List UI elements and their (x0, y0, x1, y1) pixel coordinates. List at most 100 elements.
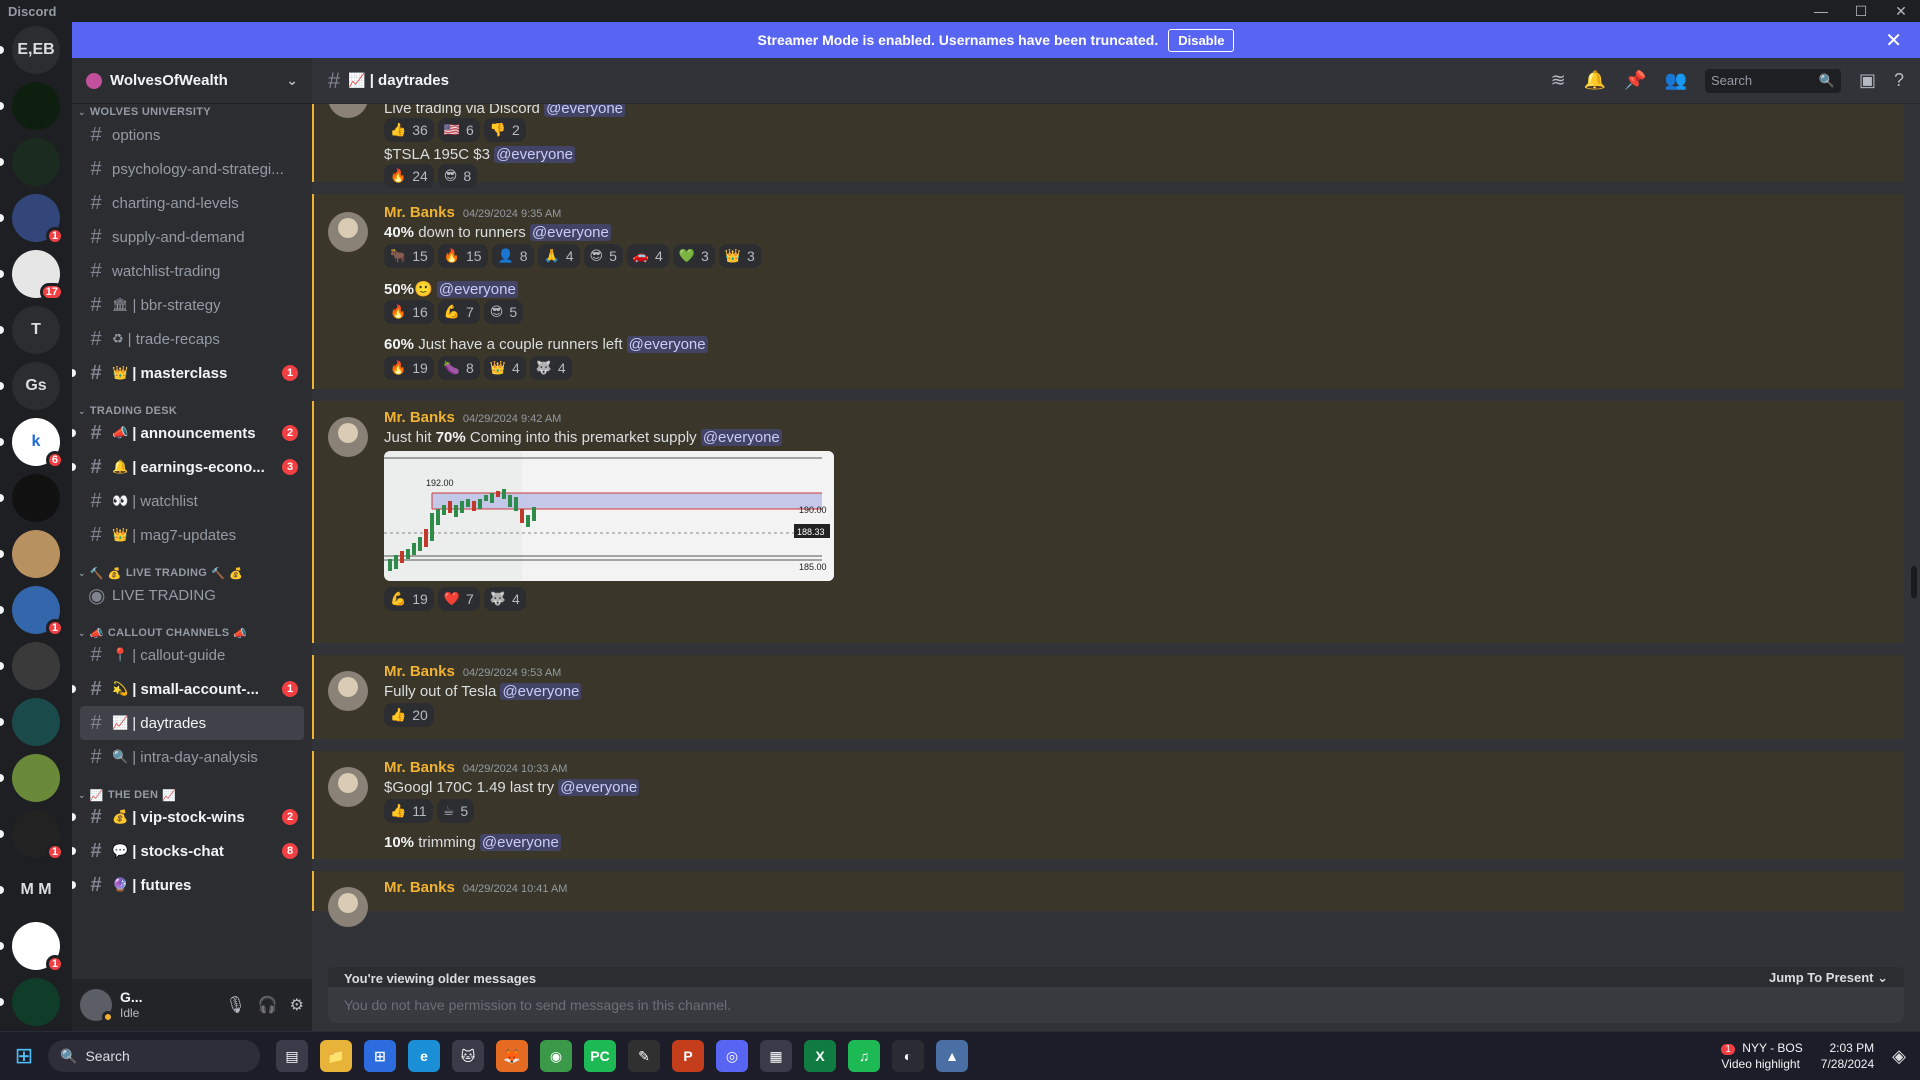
taskbar-app-icon[interactable]: ♫ (848, 1040, 880, 1072)
taskbar-app-icon[interactable]: ✎ (628, 1040, 660, 1072)
avatar[interactable] (328, 767, 368, 807)
server-icon[interactable]: 1 (12, 586, 64, 637)
chevron-down-icon[interactable]: ⌄ (286, 72, 298, 89)
taskbar-app-icon[interactable]: ⊞ (364, 1040, 396, 1072)
reaction-chip[interactable]: 🔥 16 (384, 300, 434, 324)
reaction-chip[interactable]: 💚 3 (672, 244, 715, 268)
taskbar-app-icon[interactable]: PC (584, 1040, 616, 1072)
close-banner-icon[interactable]: ✕ (1885, 28, 1902, 53)
everyone-mention[interactable]: @everyone (544, 104, 626, 117)
reaction-chip[interactable]: 😎 5 (583, 244, 623, 268)
avatar[interactable] (328, 887, 368, 927)
avatar[interactable] (328, 671, 368, 711)
taskbar-app-icon[interactable]: e (408, 1040, 440, 1072)
taskbar-search[interactable]: 🔍 Search (48, 1040, 260, 1072)
headphones-icon[interactable]: 🎧 (258, 995, 278, 1015)
author-name[interactable]: Mr. Banks (384, 759, 455, 776)
channel-earnings[interactable]: # 🔔 | earnings-econo... 3 (72, 450, 304, 484)
channel-vip-stock-wins[interactable]: # 💰 | vip-stock-wins 2 (72, 800, 304, 834)
channel-charting[interactable]: # charting-and-levels (80, 186, 304, 220)
author-name[interactable]: Mr. Banks (384, 409, 455, 426)
disable-streamer-mode-button[interactable]: Disable (1168, 28, 1235, 52)
reaction-chip[interactable]: 🇺🇸 6 (437, 118, 480, 142)
avatar[interactable] (80, 989, 114, 1023)
minimize-icon[interactable]: — (1810, 3, 1832, 19)
server-icon[interactable] (12, 754, 60, 802)
reaction-chip[interactable]: 👤 8 (491, 244, 534, 268)
reaction-chip[interactable]: 🔥 19 (384, 356, 434, 380)
chart-image-attachment[interactable]: 192.00 190.00 188.33 185.00 (384, 451, 834, 581)
reaction-chip[interactable]: ☕ 5 (436, 799, 475, 823)
copilot-icon[interactable]: ◈ (1892, 1046, 1906, 1067)
everyone-mention[interactable]: @everyone (500, 683, 582, 700)
reaction-chip[interactable]: 🐺 4 (483, 587, 526, 611)
reaction-chip[interactable]: 👑 3 (718, 244, 761, 268)
reaction-chip[interactable]: 🔥 15 (437, 244, 488, 268)
server-icon[interactable]: E,EB (12, 26, 60, 74)
everyone-mention[interactable]: @everyone (558, 779, 640, 796)
category-trading-desk[interactable]: ⌄ TRADING DESK (72, 390, 312, 417)
server-icon[interactable]: 17 (12, 250, 64, 301)
avatar[interactable] (328, 417, 368, 457)
clock[interactable]: 2:03 PM 7/28/2024 (1821, 1040, 1874, 1072)
server-icon[interactable]: 1 (12, 810, 64, 861)
server-header[interactable]: WolvesOfWealth ⌄ (72, 58, 312, 104)
channel-futures[interactable]: # 🔮 | futures (72, 868, 304, 902)
taskbar-app-icon[interactable]: ◎ (716, 1040, 748, 1072)
server-icon[interactable] (12, 474, 60, 522)
maximize-icon[interactable]: ☐ (1850, 3, 1872, 20)
server-icon[interactable]: 1 (12, 194, 64, 245)
reaction-chip[interactable]: 🐂 15 (384, 244, 434, 268)
channel-stocks-chat[interactable]: # 💬 | stocks-chat 8 (72, 834, 304, 868)
server-icon[interactable] (12, 138, 60, 186)
category-live-trading[interactable]: ⌄ 🔨 💰 LIVE TRADING 🔨 💰 (72, 552, 312, 580)
reaction-chip[interactable]: 🔥 24 (384, 164, 434, 188)
taskbar-app-icon[interactable]: 📁 (320, 1040, 352, 1072)
user-name[interactable]: G... Idle (120, 989, 143, 1021)
taskbar-app-icon[interactable]: ◐ (892, 1040, 924, 1072)
help-icon[interactable]: ? (1894, 70, 1904, 91)
channel-psychology[interactable]: # psychology-and-strategi... (80, 152, 304, 186)
everyone-mention[interactable]: @everyone (700, 429, 782, 446)
category-wolves-university[interactable]: ⌄ WOLVES UNIVERSITY (72, 104, 312, 118)
taskbar-app-icon[interactable]: ▤ (276, 1040, 308, 1072)
everyone-mention[interactable]: @everyone (479, 834, 561, 851)
channel-callout-guide[interactable]: # 📍 | callout-guide (80, 638, 304, 672)
channel-daytrades[interactable]: # 📈 | daytrades (80, 706, 304, 740)
channel-options[interactable]: # options (80, 118, 304, 152)
channel-watchlist[interactable]: # 👀 | watchlist (80, 484, 304, 518)
reaction-chip[interactable]: 👍 20 (384, 703, 434, 727)
taskbar-app-icon[interactable]: 🐱 (452, 1040, 484, 1072)
taskbar-app-icon[interactable]: ▦ (760, 1040, 792, 1072)
avatar[interactable] (328, 212, 368, 252)
server-icon[interactable] (12, 82, 60, 130)
avatar[interactable] (328, 104, 368, 118)
channel-live-trading-voice[interactable]: ◉ LIVE TRADING (80, 578, 304, 612)
taskbar-app-icon[interactable]: P (672, 1040, 704, 1072)
channel-watchlist-trading[interactable]: # watchlist-trading (80, 254, 304, 288)
everyone-mention[interactable]: @everyone (529, 224, 611, 241)
server-icon[interactable]: M M (12, 866, 60, 914)
server-icon[interactable] (12, 642, 60, 690)
news-widget[interactable]: 1 NYY - BOS Video highlight (1721, 1041, 1803, 1071)
windows-start-icon[interactable]: ⊞ (0, 1032, 48, 1080)
channel-small-account[interactable]: # 💫 | small-account-... 1 (72, 672, 304, 706)
everyone-mention[interactable]: @everyone (626, 336, 708, 353)
reaction-chip[interactable]: 😎 5 (483, 300, 524, 324)
inbox-icon[interactable]: ▣ (1859, 70, 1876, 91)
server-icon[interactable]: k6 (12, 418, 64, 469)
author-name[interactable]: Mr. Banks (384, 879, 455, 896)
pin-icon[interactable]: 📌 (1624, 70, 1646, 91)
reaction-chip[interactable]: 🙏 4 (537, 244, 580, 268)
reaction-chip[interactable]: 👍 36 (384, 118, 434, 142)
taskbar-app-icon[interactable]: X (804, 1040, 836, 1072)
author-name[interactable]: Mr. Banks (384, 663, 455, 680)
server-icon[interactable] (12, 978, 60, 1026)
reaction-chip[interactable]: 🍆 8 (437, 356, 480, 380)
everyone-mention[interactable]: @everyone (436, 281, 518, 298)
reaction-chip[interactable]: 🚗 4 (626, 244, 669, 268)
category-callout-channels[interactable]: ⌄ 📣 CALLOUT CHANNELS 📣 (72, 612, 312, 640)
taskbar-app-icon[interactable]: ◉ (540, 1040, 572, 1072)
channel-announcements[interactable]: # 📣 | announcements 2 (72, 416, 304, 450)
channel-bbr-strategy[interactable]: # 🏛 | bbr-strategy (80, 288, 304, 322)
